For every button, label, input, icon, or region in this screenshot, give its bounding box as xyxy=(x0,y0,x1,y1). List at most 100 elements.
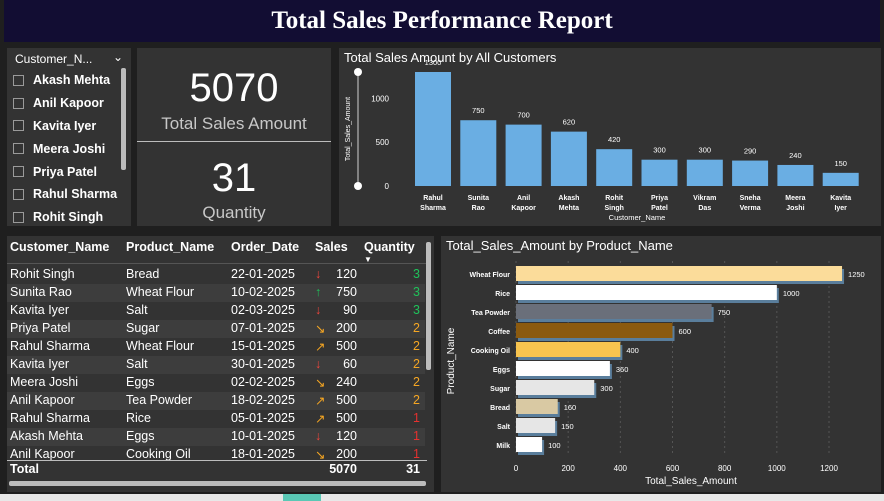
cell-product: Rice xyxy=(126,411,152,425)
checkbox[interactable] xyxy=(13,166,24,178)
cell-customer: Rohit Singh xyxy=(10,267,75,281)
column-header-sales[interactable]: Sales xyxy=(315,240,348,254)
x-tick-label: Meera xyxy=(785,195,805,202)
checkbox[interactable] xyxy=(13,120,24,132)
x-tick-label: Sneha xyxy=(740,195,761,202)
trend-down-arrow-icon: ↓ xyxy=(315,357,322,371)
x-tick-label: Patel xyxy=(651,205,668,212)
total-sales-value: 5070 xyxy=(189,66,279,110)
checkbox[interactable] xyxy=(13,97,24,109)
slicer-item[interactable]: Akash Mehta xyxy=(13,69,123,92)
data-label: 100 xyxy=(548,441,561,450)
bar xyxy=(686,159,723,186)
y-axis-label: Product_Name xyxy=(446,327,457,394)
column-header-date[interactable]: Order_Date xyxy=(231,240,299,254)
trend-down-right-arrow-icon: ↘ xyxy=(315,322,326,336)
x-tick-label: Rohit xyxy=(605,195,624,202)
sales-by-customer-chart: Total Sales Amount by All Customers Tota… xyxy=(339,48,881,226)
y-tick-label: 1000 xyxy=(371,94,389,103)
cell-product: Cooking Oil xyxy=(126,447,191,461)
data-label: 1300 xyxy=(425,58,442,67)
bar xyxy=(516,304,712,319)
customer-slicer[interactable]: Customer_N... ⌄ Akash Mehta Anil Kapoor Ka… xyxy=(7,48,131,226)
data-label: 1250 xyxy=(848,270,865,279)
cell-product: Eggs xyxy=(126,375,155,389)
cell-customer: Rahul Sharma xyxy=(10,339,90,353)
y-tick-label: Bread xyxy=(490,405,510,412)
bar xyxy=(641,159,678,186)
column-header-quantity[interactable]: Quantity xyxy=(364,240,415,254)
cell-date: 22-01-2025 xyxy=(231,267,295,281)
slicer-item[interactable]: Priya Patel xyxy=(13,160,123,183)
checkbox[interactable] xyxy=(13,143,24,155)
x-tick-label: 1000 xyxy=(768,464,786,473)
cell-sales: 500 xyxy=(336,411,357,425)
data-label: 300 xyxy=(699,146,712,155)
total-quantity: 31 xyxy=(406,462,420,476)
bar xyxy=(460,120,497,186)
table-vertical-scrollbar[interactable] xyxy=(426,242,431,370)
cell-date: 05-01-2025 xyxy=(231,411,295,425)
cell-customer: Kavita Iyer xyxy=(10,357,70,371)
y-tick-label: Eggs xyxy=(493,367,510,374)
chevron-down-icon[interactable]: ⌄ xyxy=(113,50,123,64)
x-tick-label: Verma xyxy=(740,205,761,212)
table-row: Anil Kapoor Tea Powder 18-02-2025 ↗ 500 2 xyxy=(7,392,425,410)
slicer-item-label: Akash Mehta xyxy=(33,73,111,88)
slicer-scrollbar[interactable] xyxy=(121,68,126,170)
data-label: 240 xyxy=(789,151,802,160)
slicer-item[interactable]: Anil Kapoor xyxy=(13,92,123,115)
x-tick-label: Iyer xyxy=(834,205,847,212)
x-tick-label: 800 xyxy=(718,464,732,473)
y-tick-label: Rice xyxy=(495,291,510,298)
data-label: 600 xyxy=(679,327,692,336)
checkbox[interactable] xyxy=(13,211,24,223)
cell-customer: Anil Kapoor xyxy=(10,447,75,461)
data-label: 620 xyxy=(563,118,576,127)
bar xyxy=(550,131,587,186)
cell-date: 18-02-2025 xyxy=(231,393,295,407)
header-divider xyxy=(7,263,427,264)
cell-date: 15-01-2025 xyxy=(231,339,295,353)
cell-sales: 60 xyxy=(343,357,357,371)
data-label: 150 xyxy=(834,159,847,168)
trend-up-right-arrow-icon: ↗ xyxy=(315,394,326,408)
x-tick-label: Akash xyxy=(558,195,579,202)
bar xyxy=(732,160,769,186)
cell-sales: 500 xyxy=(336,339,357,353)
column-header-customer[interactable]: Customer_Name xyxy=(10,240,109,254)
column-header-product[interactable]: Product_Name xyxy=(126,240,214,254)
active-page-tab[interactable] xyxy=(283,494,321,501)
y-tick-label: Sugar xyxy=(490,386,510,393)
y-tick-label: Cooking Oil xyxy=(471,348,510,355)
cell-date: 10-02-2025 xyxy=(231,285,295,299)
data-label: 420 xyxy=(608,135,621,144)
trend-up-right-arrow-icon: ↗ xyxy=(315,340,326,354)
slicer-item[interactable]: Rohit Singh xyxy=(13,206,123,229)
slicer-item[interactable]: Kavita Iyer xyxy=(13,115,123,138)
slicer-item[interactable]: Meera Joshi xyxy=(13,137,123,160)
data-label: 300 xyxy=(600,384,613,393)
bar xyxy=(516,399,558,414)
table-horizontal-scrollbar[interactable] xyxy=(9,481,426,486)
x-tick-label: 1200 xyxy=(820,464,838,473)
cell-quantity: 3 xyxy=(413,303,420,317)
cell-date: 02-03-2025 xyxy=(231,303,295,317)
cell-sales: 500 xyxy=(336,393,357,407)
checkbox[interactable] xyxy=(13,188,24,200)
slicer-item[interactable]: Rahul Sharma xyxy=(13,183,123,206)
cell-sales: 120 xyxy=(336,267,357,281)
table-row: Akash Mehta Eggs 10-01-2025 ↓ 120 1 xyxy=(7,428,425,446)
cell-sales: 120 xyxy=(336,429,357,443)
data-label: 700 xyxy=(517,111,530,120)
checkbox[interactable] xyxy=(13,74,24,86)
slicer-header: Customer_N... xyxy=(15,52,93,66)
cell-product: Salt xyxy=(126,303,148,317)
table-row: Sunita Rao Wheat Flour 10-02-2025 ↑ 750 3 xyxy=(7,284,425,302)
y-tick-label: Coffee xyxy=(488,329,510,336)
bar xyxy=(516,266,843,281)
cell-product: Wheat Flour xyxy=(126,285,195,299)
y-tick-label: 500 xyxy=(376,138,390,147)
trend-down-arrow-icon: ↓ xyxy=(315,429,322,443)
bar xyxy=(505,124,542,186)
